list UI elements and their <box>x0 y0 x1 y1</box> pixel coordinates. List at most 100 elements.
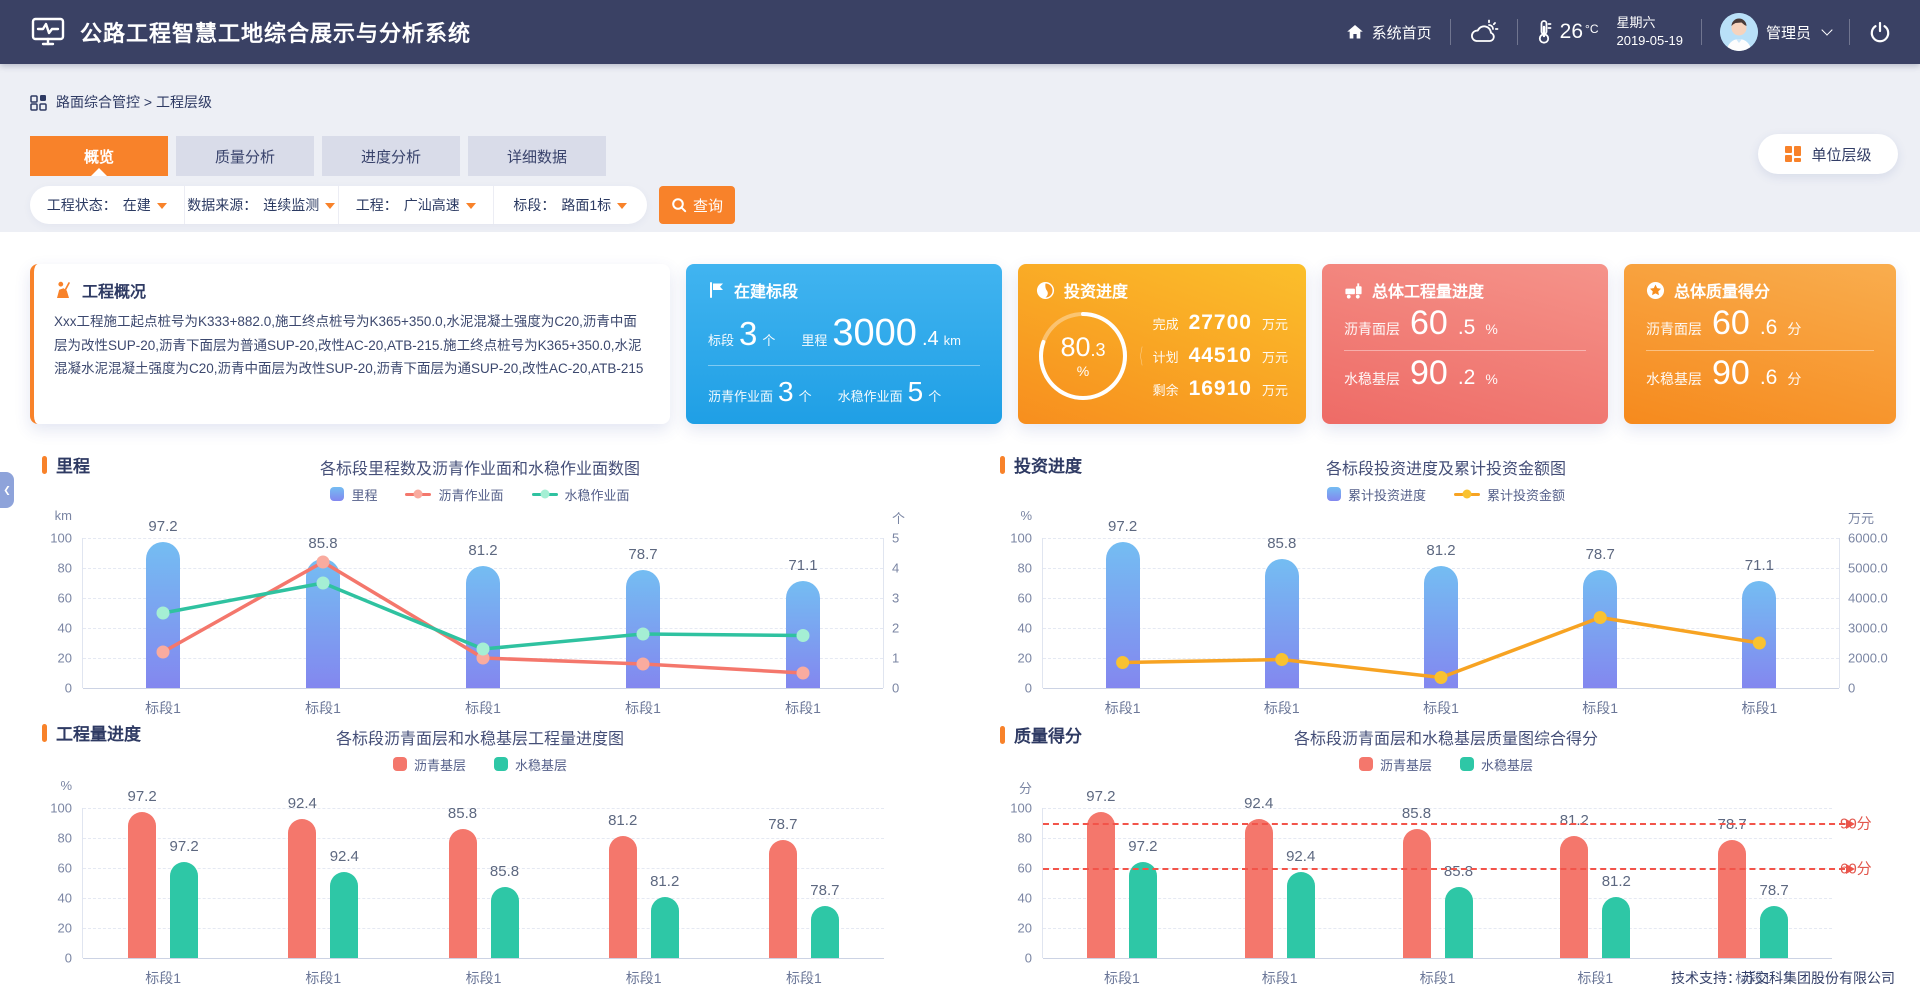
weather-partly-cloudy-icon <box>1469 19 1499 45</box>
date-block: 星期六 2019-05-19 <box>1616 14 1683 49</box>
bar-沥青基层[interactable] <box>1403 829 1431 958</box>
bar-沥青基层[interactable] <box>1718 840 1746 958</box>
plot-area: 97.285.881.278.771.1标段1标段1标段1标段1标段1 <box>82 538 884 688</box>
bar-累计投资进度[interactable] <box>1265 559 1299 688</box>
tab-progress-analysis[interactable]: 进度分析 <box>322 136 460 176</box>
bar-水稳基层[interactable] <box>811 906 839 959</box>
search-button[interactable]: 查询 <box>659 186 735 224</box>
bar-value-label: 97.2 <box>169 838 198 855</box>
stat-sections-count: 标段 3 个 <box>708 315 775 353</box>
bar-value-label: 81.2 <box>1602 873 1631 890</box>
brace-divider <box>1140 308 1143 404</box>
bar-水稳基层[interactable] <box>1760 906 1788 959</box>
bar-累计投资进度[interactable] <box>1106 542 1140 688</box>
y-axis-tick: 3000.0 <box>1848 621 1888 636</box>
legend-item-累计投资进度[interactable]: 累计投资进度 <box>1327 485 1426 504</box>
bar-水稳基层[interactable] <box>1287 872 1315 958</box>
bar-累计投资进度[interactable] <box>1424 566 1458 688</box>
y-axis-tick: 80 <box>58 561 72 576</box>
bar-水稳基层[interactable] <box>1129 862 1157 958</box>
tab-quality-analysis[interactable]: 质量分析 <box>176 136 314 176</box>
legend-item-水稳基层[interactable]: 水稳基层 <box>494 755 567 774</box>
plot-area: 97.292.485.881.278.797.292.485.881.278.7… <box>1042 808 1832 958</box>
bar-里程[interactable] <box>626 570 660 688</box>
filter-project[interactable]: 工程：广汕高速 <box>339 186 494 224</box>
filter-bar: 工程状态：在建 数据来源：连续监测 工程：广汕高速 标段：路面1标 <box>30 186 647 224</box>
breadcrumb: 路面综合管控 > 工程层级 <box>30 92 212 112</box>
project-overview-text: Xxx工程施工起点桩号为K333+882.0,施工终点桩号为K365+350.0… <box>54 310 650 381</box>
tab-overview[interactable]: 概览 <box>30 136 168 176</box>
logout-power-button[interactable] <box>1868 20 1892 44</box>
y-axis-tick: 5000.0 <box>1848 561 1888 576</box>
legend-item-累计投资金额[interactable]: 累计投资金额 <box>1454 485 1565 504</box>
divider <box>1849 19 1850 45</box>
bar-水稳基层[interactable] <box>330 872 358 958</box>
bar-水稳基层[interactable] <box>170 862 198 958</box>
bar-累计投资进度[interactable] <box>1583 570 1617 688</box>
x-axis-label: 标段1 <box>305 698 341 718</box>
legend-item-水稳基层[interactable]: 水稳基层 <box>1460 755 1533 774</box>
bar-里程[interactable] <box>306 559 340 688</box>
nav-home[interactable]: 系统首页 <box>1346 22 1432 43</box>
bar-水稳基层[interactable] <box>491 887 519 958</box>
unit-grid-icon <box>1784 145 1802 163</box>
y-axis-tick: 1 <box>892 651 899 666</box>
bar-水稳基层[interactable] <box>1602 897 1630 959</box>
y-axis-unit: km <box>55 508 72 523</box>
y-axis-tick: 0 <box>1025 951 1032 966</box>
legend-marker-icon <box>1327 487 1341 501</box>
sidebar-collapse-handle[interactable]: ❮ <box>0 472 14 508</box>
bar-累计投资进度[interactable] <box>1742 581 1776 688</box>
bar-value-label: 78.7 <box>1586 546 1615 563</box>
bar-里程[interactable] <box>466 566 500 688</box>
bar-沥青基层[interactable] <box>288 819 316 958</box>
stat-planned: 计划 44510 万元 <box>1153 344 1288 368</box>
gridline <box>83 538 883 539</box>
bar-value-label: 85.8 <box>1402 805 1431 822</box>
y-axis-tick: 80 <box>58 831 72 846</box>
legend-item-沥青基层[interactable]: 沥青基层 <box>393 755 466 774</box>
legend-label: 水稳作业面 <box>565 485 630 504</box>
bar-里程[interactable] <box>786 581 820 688</box>
bar-沥青基层[interactable] <box>769 840 797 958</box>
bar-value-label: 85.8 <box>308 535 337 552</box>
filter-project-status[interactable]: 工程状态：在建 <box>30 186 185 224</box>
filter-data-source[interactable]: 数据来源：连续监测 <box>185 186 340 224</box>
swirl-coin-icon <box>1036 281 1055 300</box>
bar-沥青基层[interactable] <box>128 812 156 958</box>
y-axis-tick: 100 <box>1010 531 1032 546</box>
y-axis-tick: 4 <box>892 561 899 576</box>
header-right: 系统首页 <box>1346 13 1892 51</box>
roller-machine-icon <box>1344 281 1363 300</box>
breadcrumb-path: 路面综合管控 > 工程层级 <box>56 92 212 112</box>
legend-item-里程[interactable]: 里程 <box>330 485 377 504</box>
user-menu[interactable]: 管理员 <box>1720 13 1831 51</box>
bar-value-label: 78.7 <box>768 816 797 833</box>
plot-area: 97.292.485.881.278.797.292.485.881.278.7… <box>82 808 884 958</box>
chart-title: 各标段投资进度及累计投资金额图 <box>990 458 1902 482</box>
bar-value-label: 81.2 <box>468 542 497 559</box>
worker-icon <box>54 280 74 300</box>
bar-里程[interactable] <box>146 542 180 688</box>
bar-沥青基层[interactable] <box>449 829 477 958</box>
legend-item-沥青作业面[interactable]: 沥青作业面 <box>405 485 503 504</box>
bar-沥青基层[interactable] <box>1087 812 1115 958</box>
unit-level-button[interactable]: 单位层级 <box>1758 134 1898 174</box>
markline-label: 90分 <box>1840 813 1872 834</box>
y-axis-tick: 60 <box>58 591 72 606</box>
bar-水稳基层[interactable] <box>1445 887 1473 958</box>
filter-section[interactable]: 标段：路面1标 <box>494 186 648 224</box>
bar-水稳基层[interactable] <box>651 897 679 959</box>
bar-沥青基层[interactable] <box>1245 819 1273 958</box>
bar-沥青基层[interactable] <box>609 836 637 958</box>
legend-item-沥青基层[interactable]: 沥青基层 <box>1359 755 1432 774</box>
divider <box>1701 19 1702 45</box>
x-axis-label: 标段1 <box>785 698 821 718</box>
y-axis-right: 个543210 <box>884 538 930 688</box>
gridline <box>1043 808 1832 809</box>
tab-detail-data[interactable]: 详细数据 <box>468 136 606 176</box>
dropdown-caret-icon <box>325 203 335 209</box>
stat-stable-workfaces: 水稳作业面 5 个 <box>838 376 942 408</box>
bar-沥青基层[interactable] <box>1560 836 1588 958</box>
legend-item-水稳作业面[interactable]: 水稳作业面 <box>532 485 630 504</box>
